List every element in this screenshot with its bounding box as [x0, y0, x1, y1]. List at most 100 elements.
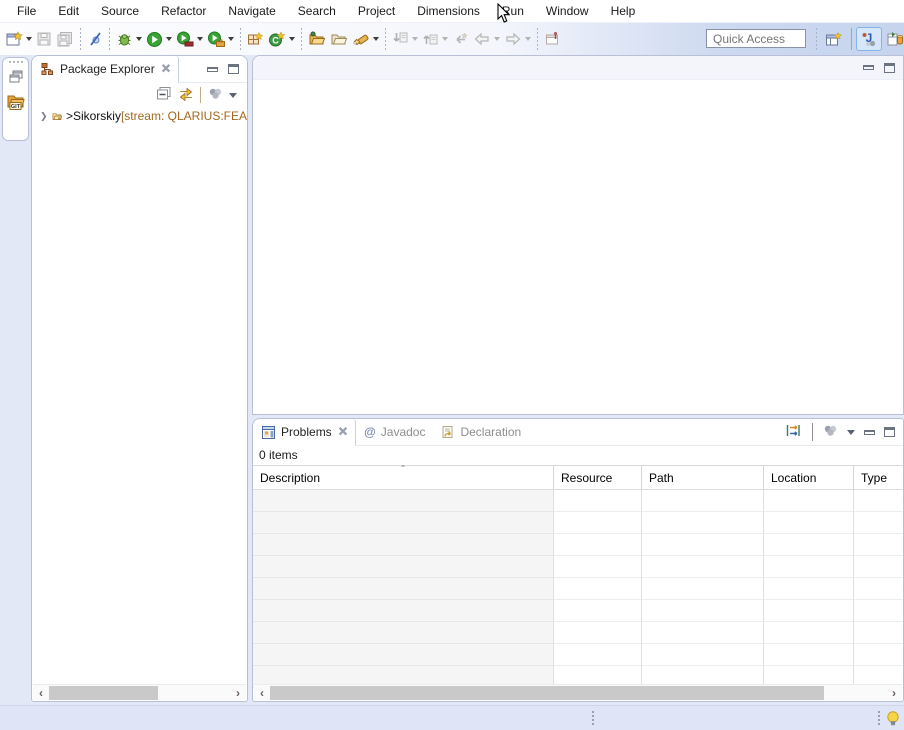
maximize-icon[interactable]: [884, 427, 895, 437]
last-edit-location-icon: [452, 31, 469, 47]
column-header-resource[interactable]: Resource: [554, 466, 642, 489]
view-menu-icon[interactable]: [229, 93, 237, 98]
open-perspective-button[interactable]: [821, 27, 847, 51]
new-wizard-button[interactable]: [4, 27, 34, 51]
search-button[interactable]: [350, 27, 381, 51]
scrollbar-track[interactable]: [49, 685, 230, 701]
view-circles-button[interactable]: [207, 87, 223, 103]
forward-button[interactable]: [502, 27, 533, 51]
scroll-left-icon[interactable]: ‹: [33, 685, 49, 701]
other-perspective-icon: [886, 30, 904, 48]
menu-item-project[interactable]: Project: [347, 1, 406, 21]
menu-item-file[interactable]: File: [6, 1, 47, 21]
debug-button[interactable]: [114, 27, 144, 51]
minimize-icon[interactable]: [207, 67, 218, 72]
git-repositories-button[interactable]: GIT: [6, 93, 25, 114]
back-dropdown[interactable]: [494, 37, 500, 41]
other-perspective-button[interactable]: [882, 27, 904, 51]
import-folder-icon: [330, 31, 348, 47]
pin-editor-button[interactable]: [542, 27, 563, 51]
save-all-button[interactable]: [54, 27, 76, 51]
tab-javadoc[interactable]: @ Javadoc: [356, 419, 433, 445]
menu-item-dimensions[interactable]: Dimensions: [406, 1, 491, 21]
table-cell: [253, 556, 554, 578]
column-header-type[interactable]: Type: [854, 466, 903, 489]
view-circles-button[interactable]: [822, 424, 838, 440]
menu-item-run[interactable]: Run: [491, 1, 535, 21]
menu-item-refactor[interactable]: Refactor: [150, 1, 217, 21]
tab-label: Javadoc: [381, 425, 426, 439]
menu-item-navigate[interactable]: Navigate: [217, 1, 286, 21]
editor-tab-strip: [253, 56, 903, 80]
column-header-path[interactable]: Path: [642, 466, 764, 489]
tree-item-sikorskiy[interactable]: ❯ >Sikorskiy [stream: QLARIUS:FEA: [32, 107, 247, 125]
maximize-icon[interactable]: [228, 64, 239, 74]
link-with-editor-button[interactable]: [178, 86, 194, 104]
debug-dropdown[interactable]: [136, 37, 142, 41]
menu-item-source[interactable]: Source: [90, 1, 150, 21]
new-wizard-dropdown[interactable]: [26, 37, 32, 41]
scroll-right-icon[interactable]: ›: [886, 685, 902, 701]
coverage-dropdown[interactable]: [197, 37, 203, 41]
rail-drag-handle[interactable]: [9, 61, 23, 63]
menu-item-search[interactable]: Search: [287, 1, 347, 21]
save-button[interactable]: [34, 27, 54, 51]
run-dropdown[interactable]: [166, 37, 172, 41]
column-header-location[interactable]: Location: [764, 466, 854, 489]
scrollbar-thumb[interactable]: [49, 686, 158, 700]
previous-annotation-button[interactable]: [420, 27, 450, 51]
notification-lightbulb-button[interactable]: [885, 710, 901, 730]
maximize-icon[interactable]: [884, 63, 895, 73]
collapse-all-button[interactable]: [156, 86, 172, 104]
profile-dropdown[interactable]: [228, 37, 234, 41]
expand-chevron-icon[interactable]: ❯: [40, 111, 48, 122]
open-folder-button[interactable]: [306, 27, 328, 51]
search-dropdown[interactable]: [373, 37, 379, 41]
toolbar-separator: [812, 423, 813, 441]
problems-hscrollbar[interactable]: ‹ ›: [254, 684, 902, 700]
import-folder-button[interactable]: [328, 27, 350, 51]
tab-declaration[interactable]: Declaration: [433, 419, 529, 445]
table-row: [253, 534, 903, 556]
run-button[interactable]: [144, 27, 174, 51]
skip-all-breakpoints-button[interactable]: [85, 27, 105, 51]
previous-annotation-dropdown[interactable]: [442, 37, 448, 41]
back-button[interactable]: [471, 27, 502, 51]
profile-button[interactable]: [205, 27, 236, 51]
menu-item-window[interactable]: Window: [535, 1, 600, 21]
close-tab-icon[interactable]: ❌︎: [339, 426, 347, 439]
last-edit-location-button[interactable]: [450, 27, 471, 51]
scroll-right-icon[interactable]: ›: [230, 685, 246, 701]
table-cell: [764, 600, 854, 622]
minimize-icon[interactable]: [863, 65, 874, 70]
next-annotation-button[interactable]: [390, 27, 420, 51]
quick-access-input[interactable]: [706, 29, 806, 48]
column-header-description[interactable]: ⌃ Description: [253, 466, 554, 489]
toolbar-separator: [301, 28, 302, 50]
new-java-class-dropdown[interactable]: [289, 37, 295, 41]
tab-package-explorer[interactable]: Package Explorer ❌︎: [32, 56, 179, 83]
menu-item-help[interactable]: Help: [600, 1, 647, 21]
close-tab-icon[interactable]: ❌︎: [162, 63, 170, 76]
svg-text:C: C: [272, 35, 279, 45]
new-java-project-button[interactable]: [245, 27, 266, 51]
table-cell: [642, 578, 764, 600]
forward-dropdown[interactable]: [525, 37, 531, 41]
java-perspective-button[interactable]: J: [856, 27, 882, 51]
table-cell: [764, 512, 854, 534]
next-annotation-dropdown[interactable]: [412, 37, 418, 41]
table-cell: [764, 534, 854, 556]
scrollbar-thumb[interactable]: [270, 686, 824, 700]
minimize-icon[interactable]: [864, 430, 875, 435]
table-cell: [764, 578, 854, 600]
view-menu-icon[interactable]: [847, 430, 855, 435]
focus-on-active-task-button[interactable]: [786, 423, 803, 441]
menu-item-edit[interactable]: Edit: [47, 1, 90, 21]
package-explorer-hscrollbar[interactable]: ‹ ›: [33, 684, 246, 700]
coverage-button[interactable]: [174, 27, 205, 51]
tab-problems[interactable]: Problems ❌︎: [253, 419, 356, 446]
scroll-left-icon[interactable]: ‹: [254, 685, 270, 701]
scrollbar-track[interactable]: [270, 685, 886, 701]
new-java-class-button[interactable]: C: [266, 27, 297, 51]
restore-view-button[interactable]: [9, 70, 23, 86]
